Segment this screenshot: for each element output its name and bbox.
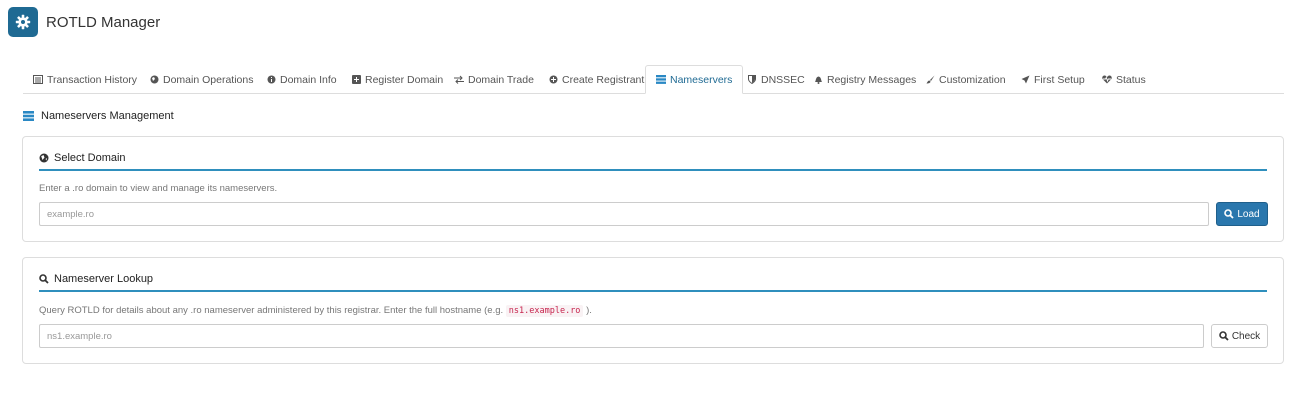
shield-icon — [747, 75, 757, 85]
tab-label: Status — [1116, 73, 1146, 86]
tab-register-domain[interactable]: Register Domain — [341, 65, 453, 94]
tab-label: First Setup — [1034, 73, 1085, 86]
tab-domain-operations[interactable]: Domain Operations — [139, 65, 263, 94]
section-title-text: Nameservers Management — [41, 110, 174, 122]
tab-label: Domain Operations — [163, 73, 254, 86]
nameserver-lookup-panel: Nameserver Lookup Query ROTLD for detail… — [22, 257, 1284, 364]
select-domain-header: Select Domain — [39, 151, 1267, 171]
app-title: ROTLD Manager — [46, 13, 161, 31]
exchange-icon — [454, 75, 464, 85]
heartbeat-icon — [1102, 75, 1112, 85]
bell-icon — [813, 75, 823, 85]
tab-label: Transaction History — [47, 73, 138, 86]
info-icon — [266, 75, 276, 85]
rocket-icon — [1020, 75, 1030, 85]
tab-label: Nameservers — [670, 73, 733, 86]
plus-circle-icon — [548, 75, 558, 85]
tab-registry-messages[interactable]: Registry Messages — [803, 65, 926, 94]
example-hostname-code: ns1.example.ro — [505, 305, 584, 317]
select-domain-title: Select Domain — [54, 152, 126, 164]
load-button[interactable]: Load — [1216, 202, 1268, 226]
tab-create-registrant[interactable]: Create Registrant — [538, 65, 654, 94]
tab-label: Customization — [939, 73, 1006, 86]
tab-nameservers[interactable]: Nameservers — [645, 65, 744, 94]
globe-icon — [149, 75, 159, 85]
tab-label: Domain Info — [280, 73, 337, 86]
brush-icon — [925, 75, 935, 85]
tab-label: Domain Trade — [468, 73, 534, 86]
plus-square-icon — [351, 75, 361, 85]
domain-input[interactable] — [39, 202, 1209, 226]
check-button-label: Check — [1231, 330, 1261, 342]
load-button-label: Load — [1237, 208, 1260, 220]
tab-first-setup[interactable]: First Setup — [1010, 65, 1095, 94]
select-domain-description: Enter a .ro domain to view and manage it… — [39, 183, 278, 194]
server-icon — [23, 110, 35, 122]
tab-status[interactable]: Status — [1092, 65, 1156, 94]
tab-domain-trade[interactable]: Domain Trade — [444, 65, 544, 94]
select-domain-panel: Select Domain Enter a .ro domain to view… — [22, 136, 1284, 242]
check-button[interactable]: Check — [1211, 324, 1268, 348]
nameserver-hostname-input[interactable] — [39, 324, 1204, 348]
tab-label: Register Domain — [365, 73, 444, 86]
tab-customization[interactable]: Customization — [915, 65, 1016, 94]
tab-label: Registry Messages — [827, 73, 917, 86]
tab-label: Create Registrant — [562, 73, 645, 86]
tab-label: DNSSEC — [761, 73, 805, 86]
gear-icon — [8, 7, 38, 37]
tab-domain-info[interactable]: Domain Info — [256, 65, 347, 94]
nameserver-lookup-header: Nameserver Lookup — [39, 272, 1267, 292]
list-icon — [33, 75, 43, 85]
nameserver-lookup-description: Query ROTLD for details about any .ro na… — [39, 305, 592, 317]
server-icon — [656, 75, 666, 85]
search-icon — [1219, 331, 1229, 341]
globe-icon — [39, 153, 50, 164]
search-icon — [1224, 209, 1235, 219]
nameserver-lookup-title: Nameserver Lookup — [54, 273, 154, 285]
tab-transaction-history[interactable]: Transaction History — [23, 65, 147, 94]
main-tabs: Transaction History Domain Operations Do… — [23, 65, 1284, 94]
search-icon — [39, 274, 50, 285]
description-text-end: ). — [586, 305, 592, 316]
app-header: ROTLD Manager — [8, 7, 160, 37]
description-text: Query ROTLD for details about any .ro na… — [39, 305, 504, 316]
section-title: Nameservers Management — [23, 110, 174, 122]
